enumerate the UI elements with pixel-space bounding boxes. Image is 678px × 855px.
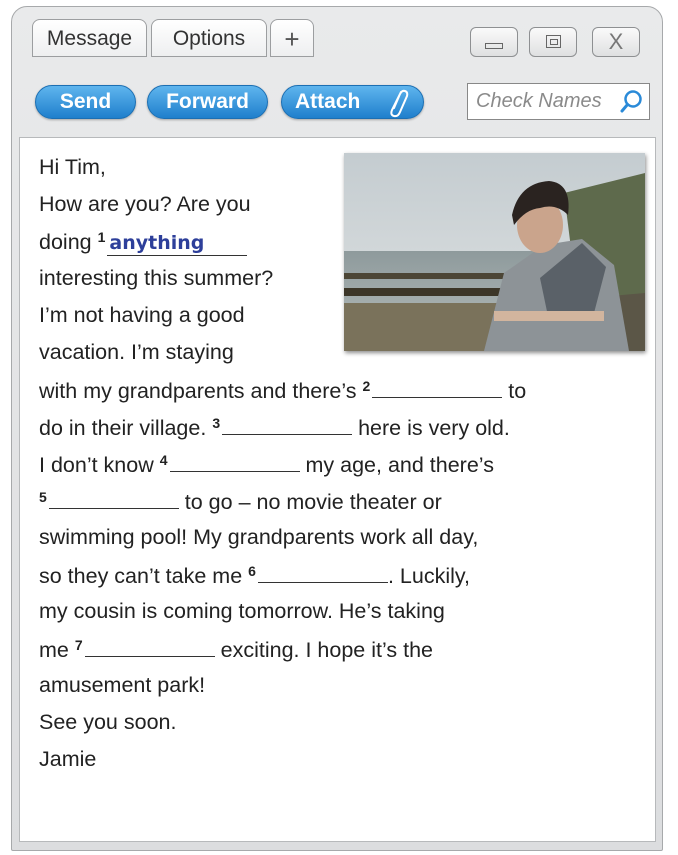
text-segment: me xyxy=(39,638,69,662)
text-line: with my grandparents and there’s 2 to xyxy=(39,377,526,404)
text-segment: here is very old. xyxy=(358,416,510,440)
text-line: How are you? Are you xyxy=(39,192,251,216)
maximize-icon xyxy=(546,35,561,48)
attach-button[interactable]: Attach xyxy=(281,85,424,119)
minimize-icon xyxy=(485,43,503,49)
gap-3-blank[interactable] xyxy=(222,414,353,435)
send-button[interactable]: Send xyxy=(35,85,136,119)
gap-number: 7 xyxy=(74,637,83,653)
greeting-line: Hi Tim, xyxy=(39,155,106,179)
text-line: swimming pool! My grandparents work all … xyxy=(39,525,479,549)
text-segment: I don’t know xyxy=(39,453,154,477)
text-line: I don’t know 4 my age, and there’s xyxy=(39,451,494,478)
text-segment: exciting. I hope it’s the xyxy=(220,638,433,662)
tab-message[interactable]: Message xyxy=(32,19,147,57)
gap-2-blank[interactable] xyxy=(372,377,503,398)
search-icon[interactable] xyxy=(619,89,643,115)
boy-at-seaside-photo xyxy=(344,153,645,351)
answer-text: anything xyxy=(109,232,205,254)
paperclip-icon xyxy=(390,89,409,118)
close-button[interactable]: X xyxy=(592,27,640,57)
forward-button[interactable]: Forward xyxy=(147,85,268,119)
gap-number: 4 xyxy=(159,452,168,468)
text-segment: do in their village. xyxy=(39,416,207,440)
add-tab-button[interactable]: + xyxy=(270,19,314,57)
text-line: 5 to go – no movie theater or xyxy=(39,488,442,515)
text-line: I’m not having a good xyxy=(39,303,245,327)
gap-number: 1 xyxy=(97,229,106,245)
maximize-button[interactable] xyxy=(529,27,577,57)
minimize-button[interactable] xyxy=(470,27,518,57)
gap-number: 6 xyxy=(248,563,256,579)
text-line: my cousin is coming tomorrow. He’s takin… xyxy=(39,599,445,623)
text-segment: to xyxy=(508,379,527,403)
gap-1-answer[interactable]: anything xyxy=(107,230,248,256)
gap-4-blank[interactable] xyxy=(169,451,300,472)
text-segment: . Luckily, xyxy=(387,564,470,588)
text-line: me 7 exciting. I hope it’s the xyxy=(39,636,433,663)
gap-number: 3 xyxy=(212,415,221,431)
close-icon: X xyxy=(608,29,624,54)
check-names-search[interactable]: Check Names xyxy=(467,83,650,120)
text-line: See you soon. xyxy=(39,710,177,734)
gap-number: 2 xyxy=(362,378,371,394)
message-body[interactable]: Hi Tim, How are you? Are you doing 1 anyt… xyxy=(19,137,656,842)
gap-number: 5 xyxy=(39,489,47,505)
email-window: Message Options + X Send Forward Attach … xyxy=(11,6,663,851)
signature: Jamie xyxy=(39,747,97,771)
text-line: amusement park! xyxy=(39,673,206,697)
text-segment: with my grandparents and there’s xyxy=(39,379,357,403)
text-segment: my age, and there’s xyxy=(305,453,494,477)
gap-5-blank[interactable] xyxy=(48,488,179,509)
text-segment: so they can’t take me xyxy=(39,564,243,588)
text-line: so they can’t take me 6 . Luckily, xyxy=(39,562,470,589)
text-line: interesting this summer? xyxy=(39,266,274,290)
tab-options[interactable]: Options xyxy=(151,19,267,57)
text-line: vacation. I’m staying xyxy=(39,340,234,364)
text-segment: to go – no movie theater or xyxy=(184,490,442,514)
gap-7-blank[interactable] xyxy=(84,636,215,657)
search-placeholder: Check Names xyxy=(476,90,602,112)
gap-6-blank[interactable] xyxy=(257,562,388,583)
attach-label: Attach xyxy=(295,90,361,113)
text-line: doing 1 anything xyxy=(39,229,248,256)
text-line: do in their village. 3 here is very old. xyxy=(39,414,510,441)
text-segment: doing xyxy=(39,230,92,254)
